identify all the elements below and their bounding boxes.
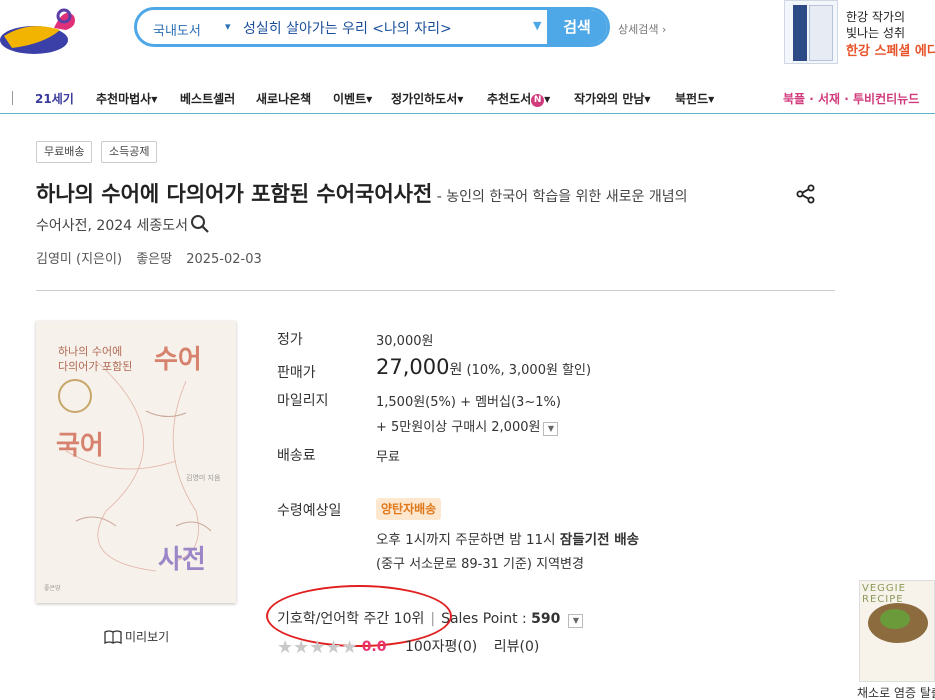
preview-button[interactable]: 미리보기 xyxy=(104,628,169,645)
rating-row: ★★★★★ 0.0 100자평(0) 리뷰(0) xyxy=(277,636,539,658)
rating-score: 0.0 xyxy=(361,639,387,655)
search-icon[interactable] xyxy=(190,214,210,234)
shipping-value: 무료 xyxy=(376,450,400,465)
cover-text: 하나의 수어에 xyxy=(58,345,123,358)
book-cover-image[interactable]: 하나의 수어에 다의어가 포함된 수어 국어 김영미 지음 사전 좋은땅 xyxy=(36,321,236,603)
search-button[interactable]: 검색 xyxy=(547,10,607,44)
chevron-down-icon[interactable]: ▾ xyxy=(225,20,231,33)
promo-text[interactable]: 한강 작가의 xyxy=(846,8,905,25)
mileage-extra: + 5만원이상 구매시 2,000원 ▼ xyxy=(376,416,559,436)
shipping-label: 배송료 xyxy=(277,448,316,464)
detail-search-link[interactable]: 상세검색 › xyxy=(618,21,666,37)
cover-text: 다의어가 포함된 xyxy=(58,360,133,373)
author-link[interactable]: 김영미 (지은이) xyxy=(36,252,122,267)
sales-point-value: 590 xyxy=(531,611,561,627)
cover-title-word: 국어 xyxy=(56,431,104,461)
promo-highlight[interactable]: 한강 스페셜 에디 xyxy=(846,40,935,59)
nav-item-events[interactable]: 이벤트▼ xyxy=(333,90,372,107)
promo-book-image[interactable] xyxy=(784,0,838,64)
divider xyxy=(36,290,835,291)
list-price-label: 정가 xyxy=(277,332,303,348)
mileage-label: 마일리지 xyxy=(277,393,329,409)
search-input[interactable]: 성실히 살아가는 우리 <나의 자리> xyxy=(243,18,452,38)
publish-date: 2025-02-03 xyxy=(186,252,262,267)
promo-text[interactable]: 빛나는 성취 xyxy=(846,24,905,41)
book-open-icon xyxy=(104,630,122,645)
book-title-block: 하나의 수어에 다의어가 포함된 수어국어사전 - 농인의 한국어 학습을 위한… xyxy=(36,178,796,208)
nav-divider xyxy=(12,91,13,105)
nav-item-bestseller[interactable]: 베스트셀러 xyxy=(180,90,235,107)
list-price-value: 30,000원 xyxy=(376,334,434,349)
nav-item-21c[interactable]: 21세기 xyxy=(35,90,74,107)
book-subtitle: - 농인의 한국어 학습을 위한 새로운 개념의 xyxy=(432,189,688,205)
receive-date-label: 수령예상일 xyxy=(277,503,342,519)
cover-title-word: 사전 xyxy=(158,545,206,575)
category-nav: 21세기 추천마법사▼ 베스트셀러 새로나온책 이벤트▼ 정가인하도서▼ 추천도… xyxy=(0,82,935,114)
delivery-info: 오후 1시까지 주문하면 밤 11시 잠들기전 배송 xyxy=(376,532,640,548)
nav-item-recommend-wizard[interactable]: 추천마법사▼ xyxy=(96,90,157,107)
new-badge: N xyxy=(531,94,545,107)
nav-item-bookfund[interactable]: 북펀드▼ xyxy=(675,90,714,107)
expand-toggle[interactable]: ▼ xyxy=(543,422,559,436)
delivery-badge[interactable]: 양탄자배송 xyxy=(376,498,442,520)
dropdown-triangle-icon[interactable]: ▼ xyxy=(533,19,541,32)
nav-right-links[interactable]: 북플 · 서재 · 투비컨티뉴드 xyxy=(783,90,919,107)
sale-price-label: 판매가 xyxy=(277,365,316,381)
nav-item-author-meet[interactable]: 작가와의 만남▼ xyxy=(574,90,651,107)
mileage-value: 1,500원(5%) + 멤버십(3~1%) xyxy=(376,395,561,410)
side-ad-image[interactable]: VEGGIE RECIPE xyxy=(859,580,935,682)
cover-author: 김영미 지음 xyxy=(186,474,221,482)
aladin-logo[interactable] xyxy=(0,0,78,64)
nav-item-price-cut[interactable]: 정가인하도서▼ xyxy=(391,90,463,107)
share-icon[interactable] xyxy=(796,184,816,204)
search-category[interactable]: 국내도서 xyxy=(153,20,201,39)
tax-deduction-tag: 소득공제 xyxy=(101,141,158,163)
cover-publisher: 좋은땅 xyxy=(44,585,61,592)
sejong-award-badge xyxy=(58,379,92,413)
sale-price: 27,000원 (10%, 3,000원 할인) xyxy=(376,355,592,379)
nav-item-new-books[interactable]: 새로나온책 xyxy=(256,90,311,107)
publisher-link[interactable]: 좋은땅 xyxy=(136,252,172,267)
expand-toggle[interactable]: ▼ xyxy=(568,614,584,628)
star-rating-icon: ★★★★★ xyxy=(277,637,358,658)
short-review-link[interactable]: 100자평(0) xyxy=(405,639,477,655)
free-shipping-tag: 무료배송 xyxy=(36,141,93,163)
nav-item-recommended[interactable]: 추천도서 N ▼ xyxy=(487,90,550,107)
review-link[interactable]: 리뷰(0) xyxy=(494,639,540,655)
search-bar[interactable]: 국내도서 ▾ 성실히 살아가는 우리 <나의 자리> ▼ 검색 xyxy=(134,7,610,47)
book-subtitle-line2: 수어사전, 2024 세종도서 xyxy=(36,214,210,235)
delivery-location[interactable]: (중구 서소문로 89-31 기준) 지역변경 xyxy=(376,553,584,572)
book-title: 하나의 수어에 다의어가 포함된 수어국어사전 xyxy=(36,182,433,206)
cover-title-word: 수어 xyxy=(154,345,202,375)
side-ad-caption[interactable]: 채소로 염증 탈출 xyxy=(857,684,935,700)
book-meta: 김영미 (지은이) 좋은땅 2025-02-03 xyxy=(36,248,272,267)
